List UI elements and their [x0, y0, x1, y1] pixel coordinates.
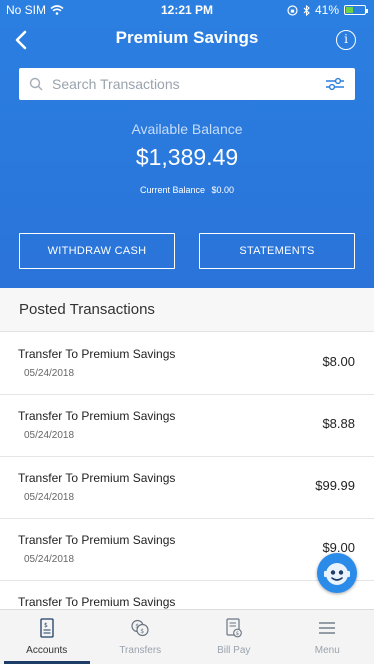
available-balance-label: Available Balance	[131, 121, 243, 137]
transaction-date: 05/24/2018	[24, 368, 75, 379]
section-title: Posted Transactions	[19, 301, 155, 318]
robot-face-icon	[324, 563, 350, 585]
search-input[interactable]	[52, 76, 325, 92]
page-title: Premium Savings	[115, 28, 259, 47]
accounts-icon: $	[40, 618, 54, 638]
transaction-date: 05/24/2018	[24, 554, 75, 565]
search-icon	[29, 77, 43, 91]
svg-text:$: $	[235, 631, 239, 637]
statements-button[interactable]: STATEMENTS	[199, 233, 355, 269]
transaction-name: Transfer To Premium Savings	[18, 409, 176, 423]
available-balance-value: $1,389.49	[135, 144, 239, 170]
transaction-name: Transfer To Premium Savings	[18, 471, 176, 485]
current-balance-value: $0.00	[211, 185, 235, 195]
transaction-date: 05/24/2018	[24, 492, 75, 503]
current-balance-row: Current Balance $0.00	[0, 185, 374, 195]
posted-transactions-header: Posted Transactions	[0, 288, 374, 332]
nav-bar: Premium Savings i	[0, 20, 374, 62]
current-balance-label: Current Balance	[139, 185, 205, 195]
withdraw-cash-button[interactable]: WITHDRAW CASH	[19, 233, 175, 269]
tab-label: Menu	[314, 645, 340, 656]
battery-percent: 41%	[314, 3, 339, 17]
tab-label: Bill Pay	[217, 645, 251, 656]
transaction-name: Transfer To Premium Savings	[18, 533, 176, 547]
menu-icon	[319, 622, 336, 634]
transaction-date: 05/24/2018	[24, 430, 75, 441]
transaction-amount: $99.99	[315, 478, 355, 493]
transaction-name: Transfer To Premium Savings	[18, 347, 176, 361]
transaction-amount: $8.88	[322, 416, 355, 431]
transaction-row[interactable]: Transfer To Premium Savings 05/24/2018 $…	[0, 395, 374, 457]
svg-text:$: $	[135, 623, 139, 630]
svg-text:$: $	[140, 628, 144, 635]
account-header: Premium Savings i Available Balance $1,3…	[0, 20, 374, 288]
assistant-bot-button[interactable]	[317, 553, 357, 593]
filter-icon[interactable]	[325, 76, 345, 92]
transaction-name: Transfer To Premium Savings	[18, 595, 176, 609]
transaction-amount: $8.00	[322, 354, 355, 369]
tab-bill-pay[interactable]: $ Bill Pay	[187, 610, 281, 664]
bluetooth-icon	[303, 4, 310, 16]
svg-text:$: $	[44, 622, 48, 629]
tab-label: Accounts	[26, 645, 68, 656]
transaction-row[interactable]: Transfer To Premium Savings 05/24/2018 $…	[0, 457, 374, 519]
search-bar	[19, 68, 355, 100]
tab-accounts[interactable]: $ Accounts	[0, 610, 94, 664]
transfers-icon: $ $	[131, 619, 149, 637]
status-bar: No SIM 12:21 PM 41%	[0, 0, 374, 20]
transaction-row[interactable]: Transfer To Premium Savings 05/24/2018 $…	[0, 333, 374, 395]
orientation-lock-icon	[287, 4, 298, 16]
tab-label: Transfers	[119, 645, 162, 656]
bottom-tab-bar: $ Accounts $ $ Transfers $ Bill Pay Menu	[0, 609, 374, 664]
tab-menu[interactable]: Menu	[281, 610, 374, 664]
tab-transfers[interactable]: $ $ Transfers	[94, 610, 188, 664]
battery-fill	[346, 7, 353, 13]
battery-icon	[344, 5, 368, 15]
status-right-group: 41%	[287, 3, 368, 17]
info-icon[interactable]: i	[336, 30, 356, 50]
bill-pay-icon: $	[226, 618, 242, 638]
